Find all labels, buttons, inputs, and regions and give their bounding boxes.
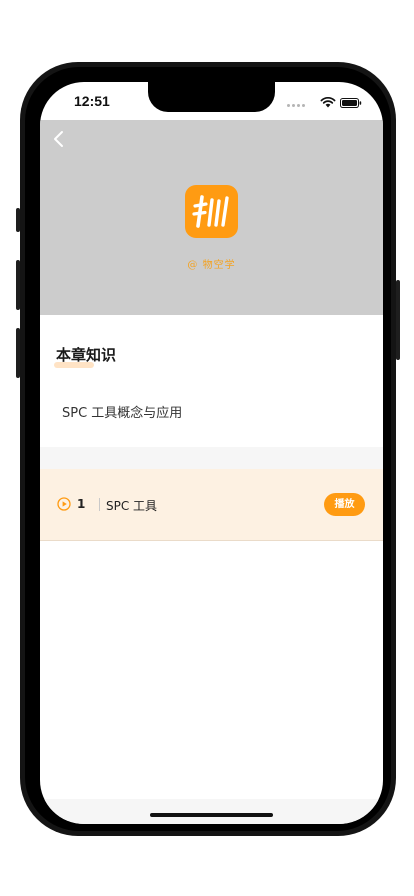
cellular-dots-icon xyxy=(287,104,305,108)
chevron-left-icon[interactable] xyxy=(46,126,74,154)
app-screen: 12:51 @ 物空学 本章知识 SPC 工具概念与应用 1 SPC 工具 播放 xyxy=(40,82,383,824)
wifi-icon xyxy=(320,96,336,108)
bottom-safe-area xyxy=(40,799,383,824)
chapter-topic: SPC 工具概念与应用 xyxy=(62,406,183,421)
lesson-number: 1 xyxy=(77,497,86,511)
status-time: 12:51 xyxy=(74,93,110,109)
lesson-divider xyxy=(99,498,100,511)
battery-icon xyxy=(340,98,362,108)
lesson-title: SPC 工具 xyxy=(106,499,158,513)
chapter-header: @ 物空学 xyxy=(40,120,383,315)
brand-handle: @ 物空学 xyxy=(187,260,236,271)
power-button xyxy=(396,280,400,360)
section-title: 本章知识 xyxy=(56,346,117,364)
notch xyxy=(148,82,275,112)
phone-bezel: 12:51 @ 物空学 本章知识 SPC 工具概念与应用 1 SPC 工具 播放 xyxy=(25,67,391,831)
list-item[interactable]: 1 SPC 工具 播放 xyxy=(40,469,383,541)
section-separator xyxy=(40,447,383,469)
app-logo-icon xyxy=(185,185,238,238)
phone-frame: 12:51 @ 物空学 本章知识 SPC 工具概念与应用 1 SPC 工具 播放 xyxy=(20,62,396,836)
play-circle-icon xyxy=(57,497,71,511)
home-indicator[interactable] xyxy=(150,813,273,817)
play-button[interactable]: 播放 xyxy=(324,493,365,516)
